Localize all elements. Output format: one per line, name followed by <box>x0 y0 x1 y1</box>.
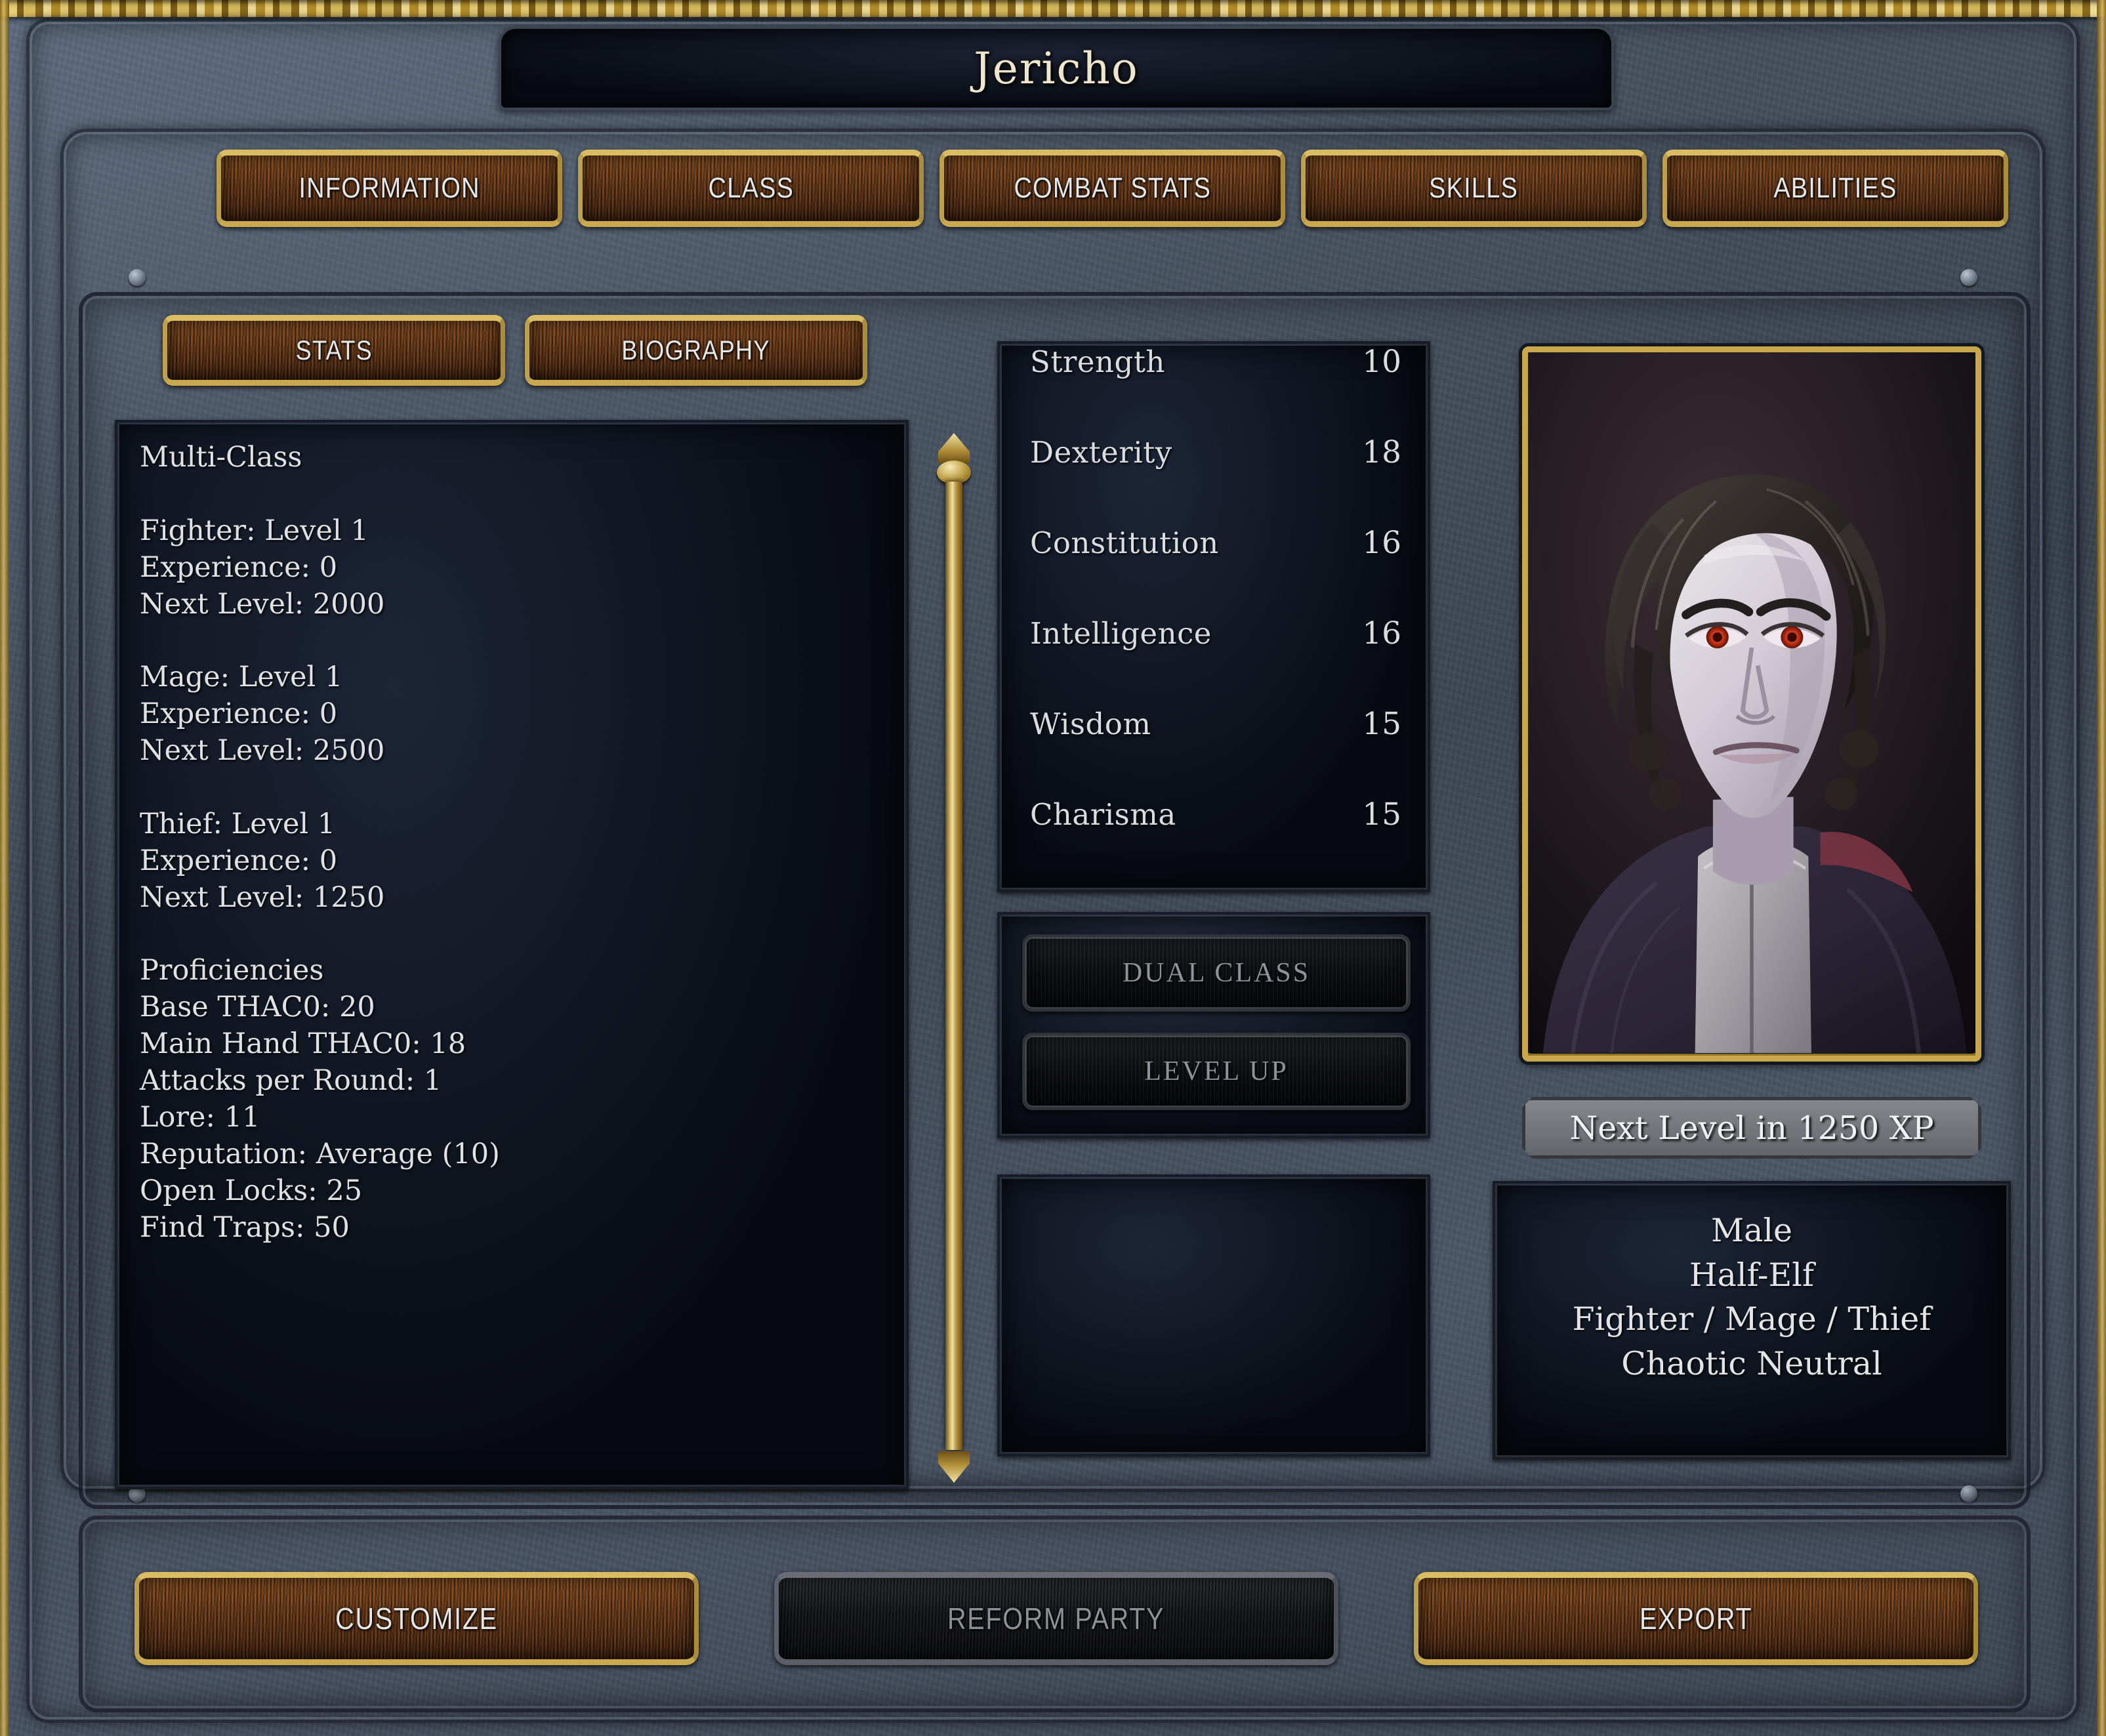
level-up-button[interactable]: LEVEL UP <box>1022 1033 1411 1110</box>
export-button[interactable]: EXPORT <box>1414 1572 1978 1665</box>
ability-value: 16 <box>1362 615 1401 651</box>
stats-text-content: Multi-Class Fighter: Level 1 Experience:… <box>140 441 500 1244</box>
scrollbar-thumb[interactable] <box>937 461 971 484</box>
scrollbar-up-arrow-icon[interactable] <box>938 433 970 463</box>
ability-row-intelligence: Intelligence 16 <box>1000 615 1428 706</box>
ability-value: 15 <box>1362 706 1401 742</box>
empty-detail-panel <box>997 1174 1430 1457</box>
page-title: Jericho <box>974 43 1139 94</box>
tab-biography[interactable]: BIOGRAPHY <box>525 315 867 386</box>
ability-value: 10 <box>1362 344 1401 380</box>
ability-name: Wisdom <box>1030 707 1151 741</box>
tab-information[interactable]: INFORMATION <box>217 150 562 227</box>
frame-rivet <box>1960 269 1977 286</box>
main-tab-bar: INFORMATION CLASS COMBAT STATS SKILLS AB… <box>217 150 2008 227</box>
tab-stats-label: STATS <box>295 335 373 365</box>
character-alignment: Chaotic Neutral <box>1621 1344 1882 1382</box>
tab-biography-label: BIOGRAPHY <box>621 335 771 365</box>
gold-edge-right <box>2097 0 2106 1736</box>
ability-row-strength: Strength 10 <box>1000 344 1428 434</box>
next-level-xp-badge: Next Level in 1250 XP <box>1522 1097 1981 1159</box>
ability-name: Dexterity <box>1030 435 1172 470</box>
scrollbar-down-arrow-icon[interactable] <box>938 1451 970 1483</box>
tab-class[interactable]: CLASS <box>578 150 924 227</box>
ability-row-dexterity: Dexterity 18 <box>1000 434 1428 525</box>
ability-row-charisma: Charisma 15 <box>1000 796 1428 887</box>
stats-scrollbar[interactable] <box>937 433 971 1483</box>
ability-value: 15 <box>1362 796 1401 833</box>
character-info-panel: Male Half-Elf Fighter / Mage / Thief Cha… <box>1493 1181 2011 1460</box>
reform-party-button[interactable]: REFORM PARTY <box>774 1572 1338 1665</box>
tab-combat-stats[interactable]: COMBAT STATS <box>939 150 1285 227</box>
gold-rail-top <box>0 0 2106 17</box>
character-info-lines: Male Half-Elf Fighter / Mage / Thief Cha… <box>1495 1184 2008 1386</box>
character-portrait-frame[interactable] <box>1522 346 1981 1062</box>
tab-stats[interactable]: STATS <box>163 315 505 386</box>
tab-abilities[interactable]: ABILITIES <box>1662 150 2008 227</box>
scrollbar-track[interactable] <box>945 482 962 1450</box>
frame-rivet <box>129 269 146 286</box>
ability-scores-panel: Strength 10 Dexterity 18 Constitution 16… <box>997 341 1430 892</box>
tab-skills-label: SKILLS <box>1429 172 1519 204</box>
tab-class-label: CLASS <box>708 172 794 204</box>
tab-abilities-label: ABILITIES <box>1773 172 1897 204</box>
customize-button[interactable]: CUSTOMIZE <box>134 1572 699 1665</box>
export-button-label: EXPORT <box>1639 1602 1753 1636</box>
gold-edge-left <box>0 0 9 1736</box>
stats-text-panel: Multi-Class Fighter: Level 1 Experience:… <box>115 420 909 1489</box>
character-classes: Fighter / Mage / Thief <box>1572 1300 1931 1338</box>
tab-combat-stats-label: COMBAT STATS <box>1014 172 1211 204</box>
action-buttons-panel: DUAL CLASS LEVEL UP <box>997 912 1430 1138</box>
character-portrait-image <box>1528 352 1975 1054</box>
title-bar: Jericho <box>499 26 1614 110</box>
ability-row-constitution: Constitution 16 <box>1000 525 1428 615</box>
ability-name: Charisma <box>1030 797 1176 832</box>
next-level-xp-label: Next Level in 1250 XP <box>1569 1109 1934 1147</box>
character-gender: Male <box>1710 1212 1793 1249</box>
ability-name: Intelligence <box>1030 616 1212 651</box>
bottom-button-row: CUSTOMIZE REFORM PARTY EXPORT <box>134 1572 1978 1665</box>
level-up-button-label: LEVEL UP <box>1144 1056 1289 1086</box>
tab-skills[interactable]: SKILLS <box>1301 150 1647 227</box>
ability-name: Strength <box>1030 344 1165 379</box>
character-race: Half-Elf <box>1689 1256 1815 1294</box>
ability-row-wisdom: Wisdom 15 <box>1000 706 1428 796</box>
sub-tab-bar: STATS BIOGRAPHY <box>163 315 867 386</box>
customize-button-label: CUSTOMIZE <box>335 1602 498 1636</box>
character-record-screen: Jericho INFORMATION CLASS COMBAT STATS S… <box>0 0 2106 1736</box>
ability-value: 16 <box>1362 525 1401 561</box>
dual-class-button[interactable]: DUAL CLASS <box>1022 934 1411 1012</box>
ability-name: Constitution <box>1030 526 1219 560</box>
ability-value: 18 <box>1362 434 1401 470</box>
tab-information-label: INFORMATION <box>299 172 480 204</box>
reform-party-button-label: REFORM PARTY <box>947 1602 1165 1636</box>
dual-class-button-label: DUAL CLASS <box>1122 958 1311 988</box>
